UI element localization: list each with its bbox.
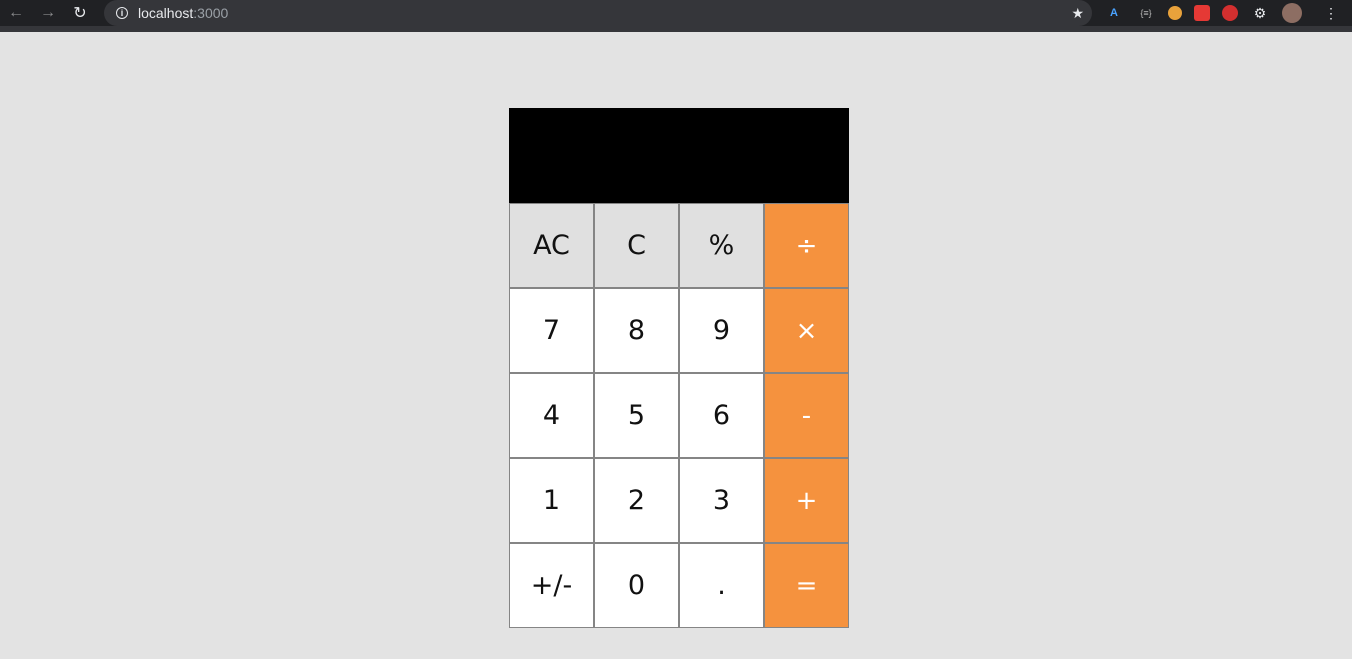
- digit-8-button[interactable]: 8: [594, 288, 679, 373]
- toolbar-divider: [0, 26, 1352, 32]
- digit-6-button[interactable]: 6: [679, 373, 764, 458]
- digit-5-button[interactable]: 5: [594, 373, 679, 458]
- site-info-icon[interactable]: i: [116, 7, 128, 19]
- url-text[interactable]: localhost:3000: [138, 5, 228, 21]
- equals-button[interactable]: =: [764, 543, 849, 628]
- clear-button[interactable]: C: [594, 203, 679, 288]
- url-port: :3000: [193, 5, 229, 21]
- subtract-button[interactable]: -: [764, 373, 849, 458]
- multiply-button[interactable]: ×: [764, 288, 849, 373]
- red-extension-icon[interactable]: [1194, 5, 1210, 21]
- json-extension-icon[interactable]: {≡}: [1136, 3, 1156, 23]
- forward-icon[interactable]: →: [32, 0, 64, 26]
- url-host: localhost: [138, 5, 194, 21]
- digit-3-button[interactable]: 3: [679, 458, 764, 543]
- digit-4-button[interactable]: 4: [509, 373, 594, 458]
- address-bar[interactable]: i localhost:3000 ★: [104, 0, 1092, 26]
- profile-avatar[interactable]: [1282, 3, 1302, 23]
- add-button[interactable]: +: [764, 458, 849, 543]
- all-clear-button[interactable]: AC: [509, 203, 594, 288]
- divide-button[interactable]: ÷: [764, 203, 849, 288]
- calculator-keypad: AC C% ÷ 7 8 9 × 4 5 6- 1 2 3 + +/- 0. =: [509, 203, 849, 628]
- decimal-button[interactable]: .: [679, 543, 764, 628]
- digit-9-button[interactable]: 9: [679, 288, 764, 373]
- reload-icon[interactable]: ↻: [64, 0, 96, 26]
- owl-extension-icon[interactable]: [1168, 6, 1182, 20]
- digit-7-button[interactable]: 7: [509, 288, 594, 373]
- digit-0-button[interactable]: 0: [594, 543, 679, 628]
- back-icon[interactable]: ←: [0, 0, 32, 26]
- digit-1-button[interactable]: 1: [509, 458, 594, 543]
- browser-toolbar: ← → ↻ i localhost:3000 ★ A {≡} ⚙ ⋮: [0, 0, 1352, 26]
- percent-button[interactable]: %: [679, 203, 764, 288]
- calculator: AC C% ÷ 7 8 9 × 4 5 6- 1 2 3 + +/- 0. =: [509, 108, 849, 628]
- red-round-extension-icon[interactable]: [1222, 5, 1238, 21]
- translate-page-icon[interactable]: ★: [1071, 5, 1084, 22]
- digit-2-button[interactable]: 2: [594, 458, 679, 543]
- toggle-sign-button[interactable]: +/-: [509, 543, 594, 628]
- browser-menu-icon[interactable]: ⋮: [1324, 5, 1338, 22]
- calculator-display: [509, 108, 849, 203]
- translate-extension-icon[interactable]: A: [1104, 3, 1124, 23]
- extensions-puzzle-icon[interactable]: ⚙: [1250, 3, 1270, 23]
